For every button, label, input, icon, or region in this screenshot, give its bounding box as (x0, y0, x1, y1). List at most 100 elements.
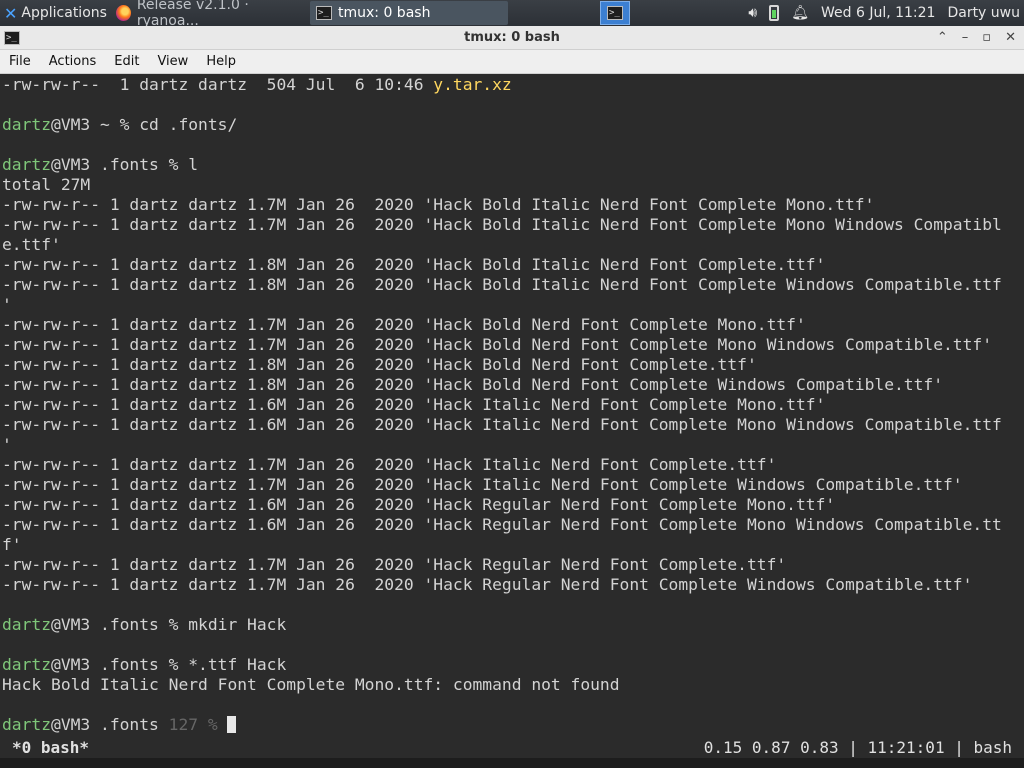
battery-icon[interactable] (769, 5, 780, 21)
tmux-status-right: 0.15 0.87 0.83 | 11:21:01 | bash (703, 737, 1012, 757)
terminal-text: -rw-rw-r-- 1 dartz dartz 1.8M Jan 26 202… (2, 275, 1002, 294)
prompt-user: dartz (2, 655, 52, 674)
terminal-text: f' (2, 535, 22, 554)
terminal-line: ' (0, 435, 1024, 455)
prompt-user: dartz (2, 115, 52, 134)
terminal-line: -rw-rw-r-- 1 dartz dartz 1.6M Jan 26 202… (0, 395, 1024, 415)
terminal-text: @VM3 .fonts % *.ttf Hack (51, 655, 287, 674)
window-title: tmux: 0 bash (464, 30, 560, 45)
prompt-user: dartz (2, 615, 52, 634)
firefox-icon (116, 5, 131, 21)
terminal-text: -rw-rw-r-- 1 dartz dartz 504 Jul 6 10:46 (2, 75, 434, 94)
terminal-line: -rw-rw-r-- 1 dartz dartz 1.7M Jan 26 202… (0, 315, 1024, 335)
applications-menu[interactable]: ✕ Applications (0, 0, 110, 26)
terminal-text: Hack Bold Italic Nerd Font Complete Mono… (2, 675, 620, 694)
terminal-line: total 27M (0, 175, 1024, 195)
window-bottom-edge (0, 758, 1024, 768)
taskbar-item-label: tmux: 0 bash (338, 5, 431, 21)
minimize-button[interactable]: – (962, 30, 969, 45)
terminal-text: -rw-rw-r-- 1 dartz dartz 1.7M Jan 26 202… (2, 215, 1002, 234)
terminal-line: -rw-rw-r-- 1 dartz dartz 1.8M Jan 26 202… (0, 255, 1024, 275)
terminal-line: ' (0, 295, 1024, 315)
terminal-text: @VM3 ~ % cd .fonts/ (51, 115, 238, 134)
tmux-status-bar: *0 bash* 0.15 0.87 0.83 | 11:21:01 | bas… (0, 736, 1024, 758)
menu-file[interactable]: File (0, 54, 40, 69)
prompt-user: dartz (2, 715, 52, 734)
terminal-line: -rw-rw-r-- 1 dartz dartz 504 Jul 6 10:46… (0, 75, 1024, 95)
window-up-icon[interactable]: ⌃ (937, 30, 948, 45)
text-cursor (227, 716, 237, 733)
terminal-line: -rw-rw-r-- 1 dartz dartz 1.7M Jan 26 202… (0, 575, 1024, 595)
terminal-text: -rw-rw-r-- 1 dartz dartz 1.6M Jan 26 202… (2, 395, 826, 414)
menu-bar: File Actions Edit View Help (0, 50, 1024, 74)
taskbar-item-terminal[interactable]: >_ tmux: 0 bash (310, 1, 508, 25)
terminal-line: e.ttf' (0, 235, 1024, 255)
terminal-text: @VM3 .fonts % mkdir Hack (51, 615, 287, 634)
terminal-text: @VM3 .fonts (51, 715, 169, 734)
terminal-text: total 27M (2, 175, 91, 194)
terminal-text: @VM3 .fonts % l (51, 155, 199, 174)
taskbar-item-browser[interactable]: Release v2.1.0 · ryanoa... (110, 0, 308, 29)
terminal-line: -rw-rw-r-- 1 dartz dartz 1.7M Jan 26 202… (0, 215, 1024, 235)
terminal-text: -rw-rw-r-- 1 dartz dartz 1.8M Jan 26 202… (2, 355, 757, 374)
top-panel: ✕ Applications Release v2.1.0 · ryanoa..… (0, 0, 1024, 29)
terminal-text: y.tar.xz (433, 75, 512, 94)
terminal-line: -rw-rw-r-- 1 dartz dartz 1.8M Jan 26 202… (0, 355, 1024, 375)
terminal-line: -rw-rw-r-- 1 dartz dartz 1.7M Jan 26 202… (0, 455, 1024, 475)
terminal-text: -rw-rw-r-- 1 dartz dartz 1.8M Jan 26 202… (2, 375, 944, 394)
terminal-text: e.ttf' (2, 235, 61, 254)
terminal-text: -rw-rw-r-- 1 dartz dartz 1.7M Jan 26 202… (2, 455, 777, 474)
terminal-output[interactable]: -rw-rw-r-- 1 dartz dartz 504 Jul 6 10:46… (0, 75, 1024, 736)
terminal-line: -rw-rw-r-- 1 dartz dartz 1.6M Jan 26 202… (0, 515, 1024, 535)
window-titlebar[interactable]: >_ tmux: 0 bash ⌃ – ▫ ✕ (0, 26, 1024, 50)
terminal-text: -rw-rw-r-- 1 dartz dartz 1.6M Jan 26 202… (2, 515, 1002, 534)
terminal-text: -rw-rw-r-- 1 dartz dartz 1.7M Jan 26 202… (2, 335, 993, 354)
terminal-line: dartz@VM3 .fonts % mkdir Hack (0, 615, 1024, 635)
terminal-line: -rw-rw-r-- 1 dartz dartz 1.7M Jan 26 202… (0, 555, 1024, 575)
menu-help[interactable]: Help (197, 54, 245, 69)
terminal-text: -rw-rw-r-- 1 dartz dartz 1.7M Jan 26 202… (2, 475, 963, 494)
clock[interactable]: Wed 6 Jul, 11:21 (821, 5, 935, 21)
terminal-icon: >_ (316, 6, 332, 20)
menu-view[interactable]: View (148, 54, 197, 69)
close-button[interactable]: ✕ (1005, 30, 1016, 45)
terminal-line: dartz@VM3 .fonts % l (0, 155, 1024, 175)
window-icon[interactable]: >_ (4, 30, 20, 45)
applications-label: Applications (21, 5, 107, 21)
terminal-text: -rw-rw-r-- 1 dartz dartz 1.7M Jan 26 202… (2, 195, 875, 214)
terminal-text: ' (2, 295, 12, 314)
menu-actions[interactable]: Actions (40, 54, 106, 69)
tmux-window-label[interactable]: *0 bash* (12, 738, 89, 757)
terminal-text: -rw-rw-r-- 1 dartz dartz 1.8M Jan 26 202… (2, 255, 826, 274)
terminal-text: ' (2, 435, 12, 454)
terminal-line: Hack Bold Italic Nerd Font Complete Mono… (0, 675, 1024, 695)
terminal-text: -rw-rw-r-- 1 dartz dartz 1.7M Jan 26 202… (2, 315, 806, 334)
terminal-line: dartz@VM3 .fonts 127 % (0, 715, 1024, 735)
terminal-text: -rw-rw-r-- 1 dartz dartz 1.7M Jan 26 202… (2, 575, 973, 594)
terminal-line: dartz@VM3 ~ % cd .fonts/ (0, 115, 1024, 135)
terminal-text: -rw-rw-r-- 1 dartz dartz 1.6M Jan 26 202… (2, 415, 1002, 434)
terminal-icon: >_ (607, 6, 623, 20)
terminal-line: -rw-rw-r-- 1 dartz dartz 1.8M Jan 26 202… (0, 275, 1024, 295)
volume-icon[interactable]: 🔊︎ (748, 5, 757, 21)
terminal-text: -rw-rw-r-- 1 dartz dartz 1.6M Jan 26 202… (2, 495, 836, 514)
menu-edit[interactable]: Edit (105, 54, 148, 69)
terminal-line: -rw-rw-r-- 1 dartz dartz 1.6M Jan 26 202… (0, 495, 1024, 515)
terminal-line: -rw-rw-r-- 1 dartz dartz 1.6M Jan 26 202… (0, 415, 1024, 435)
terminal-line: dartz@VM3 .fonts % *.ttf Hack (0, 655, 1024, 675)
user-menu[interactable]: Darty uwu (947, 5, 1020, 21)
taskbar-item-label: Release v2.1.0 · ryanoa... (136, 0, 249, 29)
prompt-user: dartz (2, 155, 52, 174)
notification-bell-icon[interactable]: 🔔︎ (791, 5, 809, 21)
maximize-button[interactable]: ▫ (982, 30, 991, 45)
terminal-line: -rw-rw-r-- 1 dartz dartz 1.7M Jan 26 202… (0, 195, 1024, 215)
terminal-line: f' (0, 535, 1024, 555)
workspace-switcher[interactable]: >_ (600, 1, 630, 25)
xfce-logo-icon: ✕ (4, 3, 18, 23)
